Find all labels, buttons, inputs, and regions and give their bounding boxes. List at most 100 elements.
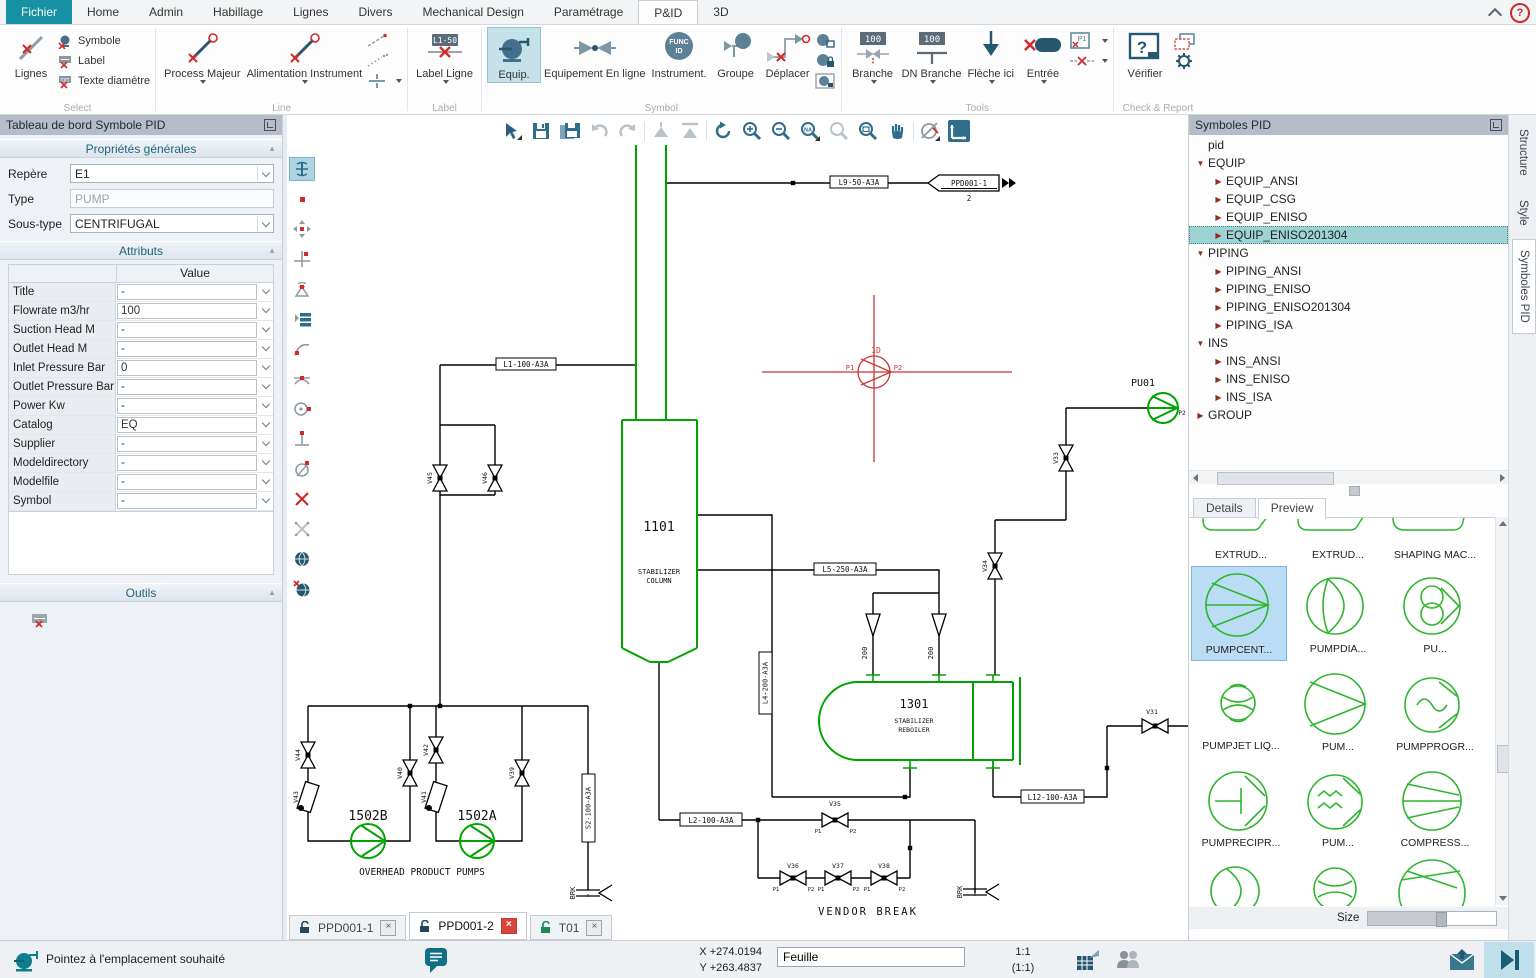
chevron-down-icon[interactable] xyxy=(258,321,273,336)
help-icon[interactable]: ? xyxy=(1510,3,1530,23)
tree-item[interactable]: ▼ EQUIP xyxy=(1189,154,1508,172)
section-outils-header[interactable]: Outils▲ xyxy=(0,583,282,602)
sheet-name-input[interactable] xyxy=(777,947,965,967)
tree-item[interactable]: ▶ EQUIP_ENISO201304 xyxy=(1189,226,1508,244)
check-settings-button[interactable] xyxy=(1171,52,1197,69)
soustype-select[interactable]: CENTRIFUGAL xyxy=(70,214,274,233)
chevron-down-icon[interactable] xyxy=(258,492,273,507)
close-tab-icon[interactable]: × xyxy=(501,918,517,934)
menu-tab[interactable]: Home xyxy=(72,0,134,24)
symbol-cell-selected[interactable]: PUMPCENT... xyxy=(1191,566,1287,661)
snap-tangent-button[interactable] xyxy=(289,367,315,391)
raise-button[interactable] xyxy=(648,118,674,144)
tree-item[interactable]: ▶ INS_ISA xyxy=(1189,388,1508,406)
command-log-icon[interactable] xyxy=(423,946,451,974)
tab-symboles-pid[interactable]: Symboles PID xyxy=(1512,239,1536,334)
fleche-ici-button[interactable]: Flèche ici xyxy=(965,27,1017,85)
snap-clear-button[interactable] xyxy=(289,517,315,541)
snap-point-button[interactable] xyxy=(289,187,315,211)
label-ligne-button[interactable]: L1-50 Label Ligne xyxy=(413,27,476,85)
attribute-value-select[interactable]: - xyxy=(116,435,273,453)
symbol-cell[interactable]: PUM... xyxy=(1290,768,1386,849)
tree-item[interactable]: ▶ PIPING_ISA xyxy=(1189,316,1508,334)
close-tab-icon[interactable]: × xyxy=(380,920,396,936)
equipement-en-ligne-button[interactable]: Equipement En ligne xyxy=(541,27,649,81)
play-panel-button[interactable] xyxy=(1484,942,1534,978)
chevron-down-icon[interactable] xyxy=(257,166,273,181)
section-general-header[interactable]: Propriétés générales▲ xyxy=(0,139,282,158)
attribute-value-select[interactable]: 100 xyxy=(116,302,273,320)
measure-button[interactable] xyxy=(946,118,972,144)
symbol-lock-button[interactable] xyxy=(814,52,836,69)
chevron-down-icon[interactable] xyxy=(258,359,273,374)
section-attributs-header[interactable]: Attributs▲ xyxy=(0,241,282,260)
redo-button[interactable] xyxy=(615,118,641,144)
dashed-line-tool-button[interactable] xyxy=(365,32,402,49)
tab-structure[interactable]: Structure xyxy=(1512,119,1534,186)
entree-button[interactable]: Entrée xyxy=(1017,27,1069,85)
chevron-down-icon[interactable] xyxy=(258,378,273,393)
menu-tab[interactable]: Mechanical Design xyxy=(407,0,538,24)
snap-perpendicular-button[interactable] xyxy=(289,427,315,451)
snap-intersection-button[interactable] xyxy=(289,247,315,271)
chevron-down-icon[interactable] xyxy=(258,283,273,298)
snap-curve-button[interactable] xyxy=(289,337,315,361)
snap-toggle-button[interactable] xyxy=(917,118,943,144)
tree-item[interactable]: pid xyxy=(1189,136,1508,154)
export-table-icon[interactable] xyxy=(1075,948,1103,974)
attribute-value-select[interactable]: - xyxy=(116,340,273,358)
tree-item[interactable]: ▶ EQUIP_ENISO xyxy=(1189,208,1508,226)
symbol-cell[interactable]: PU... xyxy=(1387,570,1483,655)
branche-button[interactable]: 100 Branche xyxy=(847,27,899,85)
menu-tab[interactable]: 3D xyxy=(698,0,743,24)
snap-nearest-button[interactable] xyxy=(289,457,315,481)
refresh-button[interactable] xyxy=(710,118,736,144)
chevron-down-icon[interactable] xyxy=(258,473,273,488)
delete-port-button[interactable] xyxy=(1069,52,1108,69)
collapse-icon[interactable]: ▲ xyxy=(268,246,276,255)
save-button[interactable] xyxy=(528,118,554,144)
chevron-down-icon[interactable] xyxy=(258,397,273,412)
zoom-in-button[interactable] xyxy=(739,118,765,144)
collapse-ribbon-icon[interactable] xyxy=(1488,7,1502,21)
zoom-out-button[interactable] xyxy=(768,118,794,144)
zoom-window-button[interactable] xyxy=(855,118,881,144)
scrollbar-thumb[interactable] xyxy=(1217,472,1334,485)
chevron-down-icon[interactable] xyxy=(258,435,273,450)
chevron-down-icon[interactable] xyxy=(258,302,273,317)
symbol-cell[interactable]: SHAPING MAC... xyxy=(1387,517,1483,561)
close-tab-icon[interactable]: × xyxy=(586,920,602,936)
panel-splitter-handle[interactable] xyxy=(1349,486,1360,496)
doc-tab-ppd001-2[interactable]: PPD001-2 × xyxy=(409,912,526,940)
attribute-value-select[interactable]: - xyxy=(116,321,273,339)
chevron-down-icon[interactable] xyxy=(258,416,273,431)
groupe-button[interactable]: Groupe xyxy=(710,27,762,81)
tree-item[interactable]: ▶ PIPING_ANSI xyxy=(1189,262,1508,280)
tree-expander-icon[interactable]: ▶ xyxy=(1211,267,1226,276)
attribute-value-select[interactable]: - xyxy=(116,397,273,415)
tab-details[interactable]: Details xyxy=(1193,498,1256,519)
deplacer-button[interactable]: Déplacer xyxy=(762,27,814,81)
symbol-cell[interactable]: EXTRUD... xyxy=(1290,517,1386,561)
tree-expander-icon[interactable]: ▼ xyxy=(1193,249,1208,258)
tree-expander-icon[interactable]: ▶ xyxy=(1193,411,1208,420)
tree-expander-icon[interactable]: ▶ xyxy=(1211,231,1226,240)
world-ucs-button[interactable] xyxy=(289,547,315,571)
symbol-cell[interactable]: EXTRUD... xyxy=(1193,517,1289,561)
symbol-cell[interactable] xyxy=(1387,858,1483,906)
tree-item[interactable]: ▶ INS_ANSI xyxy=(1189,352,1508,370)
reports-button[interactable] xyxy=(1171,32,1197,49)
tree-expander-icon[interactable]: ▶ xyxy=(1211,357,1226,366)
snap-cone-button[interactable] xyxy=(289,277,315,301)
symbol-cell[interactable]: PUMPPROGR... xyxy=(1387,670,1483,753)
dn-branche-button[interactable]: 100 DN Branche xyxy=(899,27,965,85)
tree-expander-icon[interactable]: ▶ xyxy=(1211,393,1226,402)
verifier-button[interactable]: ? Vérifier xyxy=(1119,27,1171,81)
repere-select[interactable]: E1 xyxy=(70,164,274,183)
tab-preview[interactable]: Preview xyxy=(1258,498,1327,519)
attribute-value-select[interactable]: EQ xyxy=(116,416,273,434)
select-cursor-button[interactable] xyxy=(499,118,525,144)
scroll-left-icon[interactable] xyxy=(1189,471,1202,484)
relabel-tool-button[interactable] xyxy=(30,610,282,630)
tree-item[interactable]: ▼ INS xyxy=(1189,334,1508,352)
